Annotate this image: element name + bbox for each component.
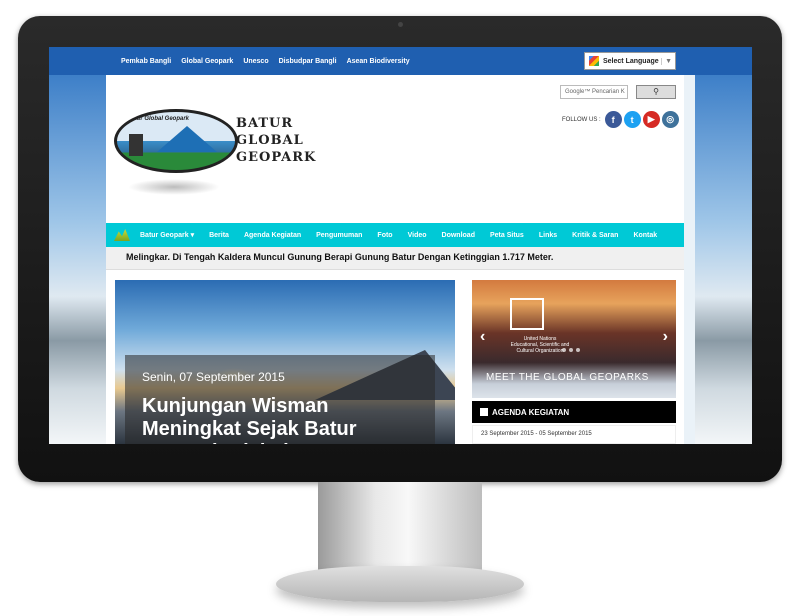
background-left xyxy=(49,75,106,444)
nav-item-agenda[interactable]: Agenda Kegiatan xyxy=(244,232,301,239)
site-logo[interactable]: Batur Global Geopark xyxy=(114,109,238,173)
site-title-line-3: GEOPARK xyxy=(236,150,317,165)
search-input[interactable]: Google™ Pencarian K xyxy=(560,85,628,99)
nav-item-kritik-saran[interactable]: Kritik & Saran xyxy=(572,232,618,239)
site-title: BATUR GLOBAL GEOPARK xyxy=(236,115,316,166)
monitor-base xyxy=(276,566,524,602)
top-link-disbudpar[interactable]: Disbudpar Bangli xyxy=(279,58,337,65)
screen: Pemkab Bangli Global Geopark Unesco Disb… xyxy=(49,47,752,444)
side-slide-caption: MEET THE GLOBAL GEOPARKS xyxy=(486,372,649,383)
follow-label: FOLLOW US : xyxy=(562,116,601,123)
nav-item-berita[interactable]: Berita xyxy=(209,232,229,239)
camera-dot xyxy=(398,22,403,27)
social-links: FOLLOW US : f t ▶ ◎ xyxy=(562,111,679,128)
top-link-asean[interactable]: Asean Biodiversity xyxy=(347,58,410,65)
chevron-left-icon[interactable]: ‹ xyxy=(480,328,485,346)
language-label: Select Language xyxy=(603,57,659,65)
nav-item-kontak[interactable]: Kontak xyxy=(633,232,657,239)
nav-item-batur-geopark[interactable]: Batur Geopark ▾ xyxy=(140,231,194,239)
google-translate-icon xyxy=(589,56,599,66)
page-content: Batur Global Geopark BATUR GLOBAL GEOPAR… xyxy=(106,75,684,444)
logo-ring-text: Batur Global Geopark xyxy=(127,116,190,122)
language-select[interactable]: Select Language ▼ xyxy=(584,52,676,70)
side-slider[interactable]: United Nations Educational, Scientific a… xyxy=(472,280,676,398)
logo-shadow xyxy=(128,179,220,195)
nav-item-foto[interactable]: Foto xyxy=(377,232,392,239)
slider-dots xyxy=(562,348,580,352)
nav-item-video[interactable]: Video xyxy=(408,232,427,239)
nav-item-links[interactable]: Links xyxy=(539,232,557,239)
chevron-down-icon: ▼ xyxy=(661,57,675,65)
top-bar: Pemkab Bangli Global Geopark Unesco Disb… xyxy=(49,47,752,75)
youtube-icon[interactable]: ▶ xyxy=(642,111,660,128)
agenda-title: AGENDA KEGIATAN xyxy=(492,407,570,417)
top-link-unesco[interactable]: Unesco xyxy=(243,58,268,65)
facebook-icon[interactable]: f xyxy=(604,111,622,128)
search-button[interactable]: ⚲ xyxy=(636,85,676,99)
header: Batur Global Geopark BATUR GLOBAL GEOPAR… xyxy=(106,75,684,223)
agenda-header: AGENDA KEGIATAN xyxy=(472,401,676,423)
nav-item-peta-situs[interactable]: Peta Situs xyxy=(490,232,524,239)
nav-item-download[interactable]: Download xyxy=(442,232,475,239)
search-icon: ⚲ xyxy=(653,87,659,96)
main-nav: Batur Geopark ▾ Berita Agenda Kegiatan P… xyxy=(106,223,684,247)
site-title-line-2: GLOBAL xyxy=(236,133,304,148)
ticker-text[interactable]: Melingkar. Di Tengah Kaldera Muncul Gunu… xyxy=(126,252,553,262)
top-link-global-geopark[interactable]: Global Geopark xyxy=(181,58,233,65)
top-links: Pemkab Bangli Global Geopark Unesco Disb… xyxy=(121,47,410,75)
agenda-item[interactable]: 23 September 2015 - 05 September 2015 xyxy=(472,425,676,444)
background-right xyxy=(695,75,752,444)
twitter-icon[interactable]: t xyxy=(623,111,641,128)
pagoda-icon xyxy=(129,134,143,156)
unesco-text: United Nations Educational, Scientific a… xyxy=(510,336,570,354)
nav-item-pengumuman[interactable]: Pengumuman xyxy=(316,232,362,239)
slide-caption: Senin, 07 September 2015 Kunjungan Wisma… xyxy=(125,355,435,444)
mountain-icon xyxy=(157,126,217,152)
monitor-stand xyxy=(318,482,482,574)
calendar-icon xyxy=(480,408,488,416)
site-title-line-1: BATUR xyxy=(236,116,294,131)
instagram-icon[interactable]: ◎ xyxy=(661,111,679,128)
top-link-pemkab[interactable]: Pemkab Bangli xyxy=(121,58,171,65)
chevron-right-icon[interactable]: › xyxy=(663,328,668,346)
main-slider[interactable]: Senin, 07 September 2015 Kunjungan Wisma… xyxy=(115,280,455,444)
unesco-logo xyxy=(510,298,544,330)
slide-date: Senin, 07 September 2015 xyxy=(142,370,285,384)
slide-headline[interactable]: Kunjungan Wisman Meningkat Sejak Batur G… xyxy=(142,395,432,444)
news-ticker: Melingkar. Di Tengah Kaldera Muncul Gunu… xyxy=(106,247,684,270)
home-icon[interactable] xyxy=(114,229,130,241)
